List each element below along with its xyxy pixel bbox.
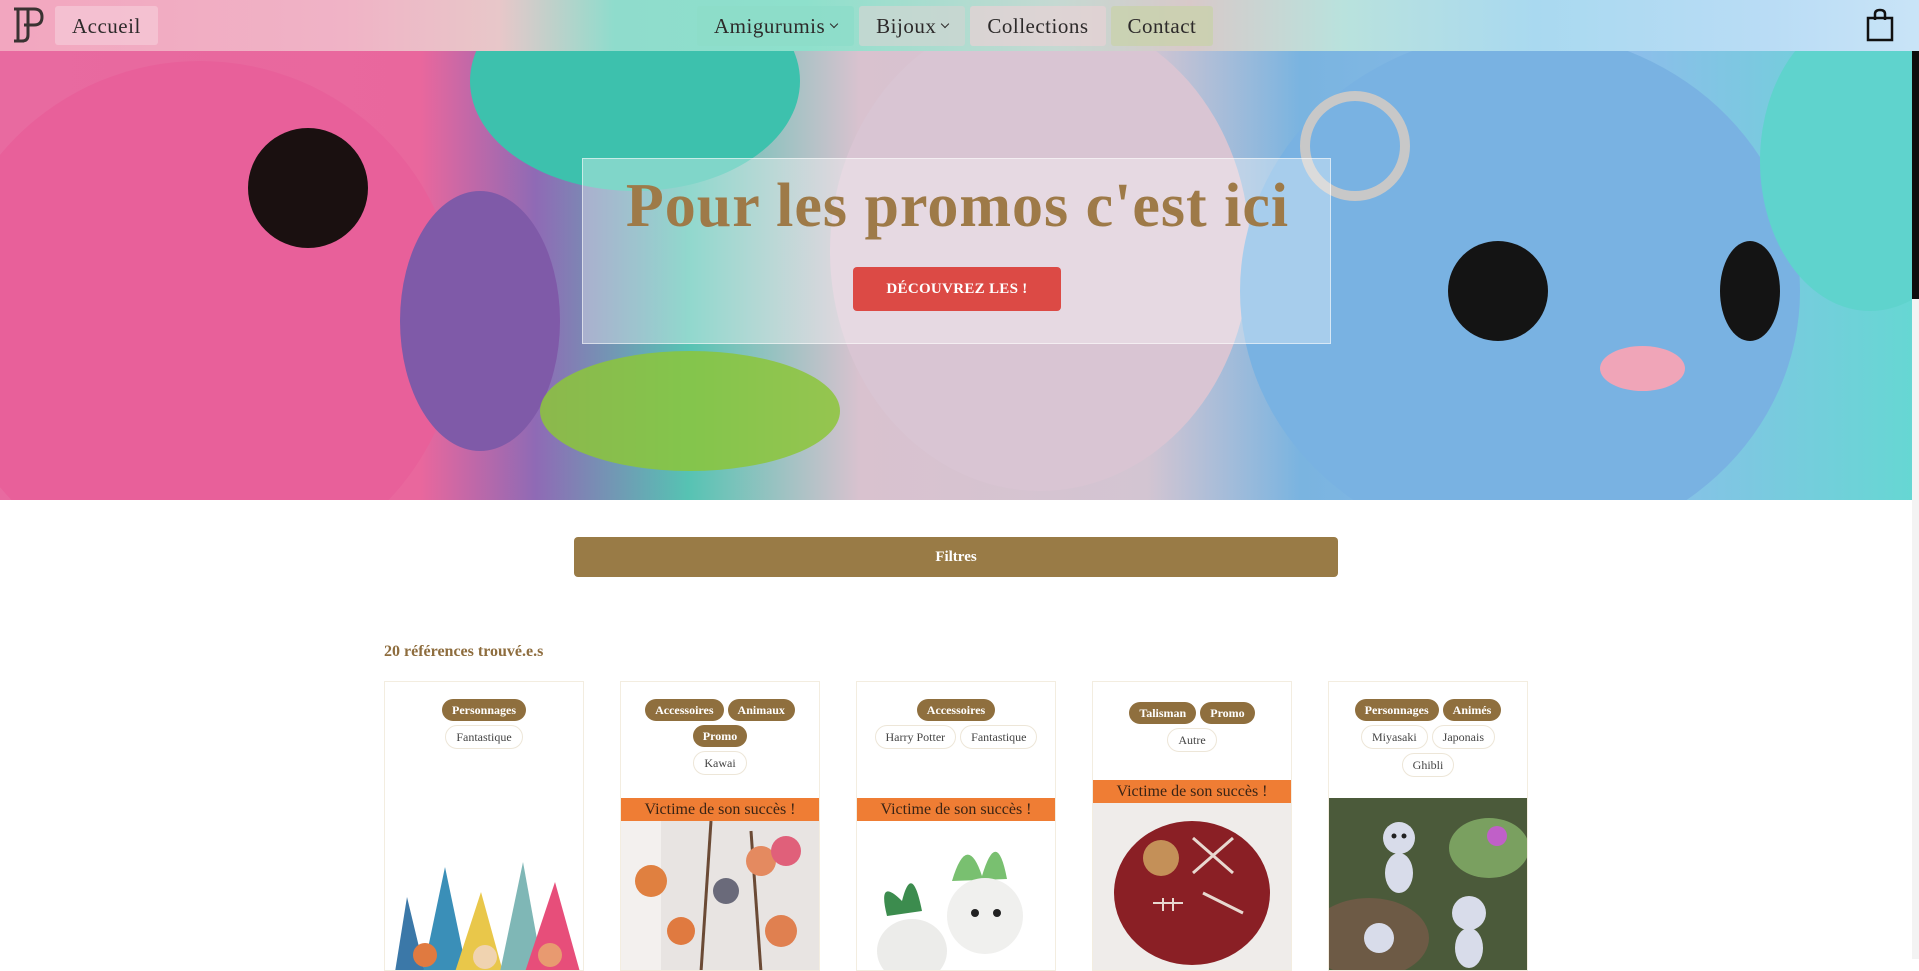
sold-out-banner: Victime de son succès !: [1093, 780, 1291, 803]
tag-secondary[interactable]: Ghibli: [1401, 753, 1455, 777]
plush-cheek: [1600, 346, 1685, 391]
tag-primary[interactable]: Accessoires: [645, 699, 724, 721]
tag-secondary[interactable]: Japonais: [1431, 725, 1495, 749]
tag-primary[interactable]: Animés: [1442, 699, 1502, 721]
nav-contact[interactable]: Contact: [1110, 6, 1214, 46]
nav-contact-label: Contact: [1127, 14, 1197, 38]
discover-button[interactable]: DÉCOUVREZ LES !: [853, 267, 1061, 311]
tag-secondary[interactable]: Autre: [1167, 728, 1217, 752]
main-nav: Amigurumis Bijoux Collections Contact: [697, 6, 1214, 46]
tag-primary[interactable]: Accessoires: [916, 699, 996, 721]
product-card[interactable]: Accessoires Animaux Promo Kawai Victime …: [620, 681, 820, 971]
tag-secondary[interactable]: Fantastique: [960, 725, 1038, 749]
site-header: Accueil Amigurumis Bijoux Collections Co…: [0, 0, 1919, 51]
nav-home[interactable]: Accueil: [55, 6, 158, 45]
nav-amigurumis[interactable]: Amigurumis: [697, 6, 855, 46]
nav-collections-label: Collections: [987, 14, 1089, 38]
sold-out-banner: Victime de son succès !: [857, 798, 1055, 821]
tag-list-secondary: Miyasaki Japonais Ghibli: [1329, 725, 1527, 777]
tag-list: Talisman Promo: [1093, 702, 1291, 724]
tag-list: Personnages Animés: [1329, 699, 1527, 721]
promo-title: Pour les promos c'est ici: [625, 172, 1290, 240]
purple-plush-shape: [400, 191, 560, 451]
sold-out-banner: Victime de son succès !: [621, 798, 819, 821]
tag-secondary[interactable]: Fantastique: [445, 725, 523, 749]
product-image[interactable]: [385, 837, 583, 971]
tag-secondary[interactable]: Miyasaki: [1361, 725, 1428, 749]
tag-list: Accessoires: [857, 699, 1055, 721]
tag-primary[interactable]: Personnages: [442, 699, 526, 721]
plush-eye: [1720, 241, 1780, 341]
tag-list-secondary: Autre: [1093, 728, 1291, 752]
nav-collections[interactable]: Collections: [970, 6, 1106, 46]
promo-panel: Pour les promos c'est ici DÉCOUVREZ LES …: [582, 158, 1331, 344]
tag-list-secondary: Harry Potter Fantastique: [857, 725, 1055, 749]
plush-eye: [248, 128, 368, 248]
green-yarn-shape: [540, 351, 840, 471]
tag-list-secondary: Fantastique: [385, 725, 583, 749]
product-card[interactable]: Personnages Fantastique: [384, 681, 584, 971]
tag-secondary[interactable]: Kawai: [693, 751, 747, 775]
filters-button[interactable]: Filtres: [574, 537, 1338, 577]
tag-list: Personnages: [385, 699, 583, 721]
tag-primary[interactable]: Animaux: [727, 699, 795, 721]
product-card[interactable]: Personnages Animés Miyasaki Japonais Ghi…: [1328, 681, 1528, 971]
tag-primary[interactable]: Personnages: [1354, 699, 1439, 721]
results-count: 20 références trouvé.e.s: [384, 643, 544, 660]
nav-bijoux[interactable]: Bijoux: [859, 6, 966, 46]
logo-icon[interactable]: [10, 5, 48, 45]
tag-primary[interactable]: Talisman: [1129, 702, 1197, 724]
plush-eye: [1448, 241, 1548, 341]
shopping-bag-icon[interactable]: [1866, 8, 1894, 42]
pink-plush-shape: [0, 61, 460, 500]
product-image[interactable]: [621, 821, 819, 971]
tag-list: Accessoires Animaux Promo: [621, 699, 819, 747]
tag-primary[interactable]: Promo: [692, 725, 748, 747]
product-image[interactable]: [1329, 798, 1527, 971]
scrollbar-track[interactable]: [1912, 299, 1919, 959]
product-image[interactable]: [857, 821, 1055, 971]
scrollbar-thumb[interactable]: [1912, 51, 1919, 299]
tag-primary[interactable]: Promo: [1200, 702, 1255, 724]
nav-amigurumis-label: Amigurumis: [714, 14, 826, 38]
tag-list-secondary: Kawai: [621, 751, 819, 775]
product-image[interactable]: [1093, 803, 1291, 971]
chevron-down-icon: [829, 19, 839, 29]
chevron-down-icon: [941, 19, 950, 29]
tag-secondary[interactable]: Harry Potter: [874, 725, 957, 749]
nav-bijoux-label: Bijoux: [876, 14, 937, 38]
product-card[interactable]: Talisman Promo Autre Victime de son succ…: [1092, 681, 1292, 971]
product-card[interactable]: Accessoires Harry Potter Fantastique Vic…: [856, 681, 1056, 971]
hero-banner: Pour les promos c'est ici DÉCOUVREZ LES …: [0, 51, 1912, 500]
